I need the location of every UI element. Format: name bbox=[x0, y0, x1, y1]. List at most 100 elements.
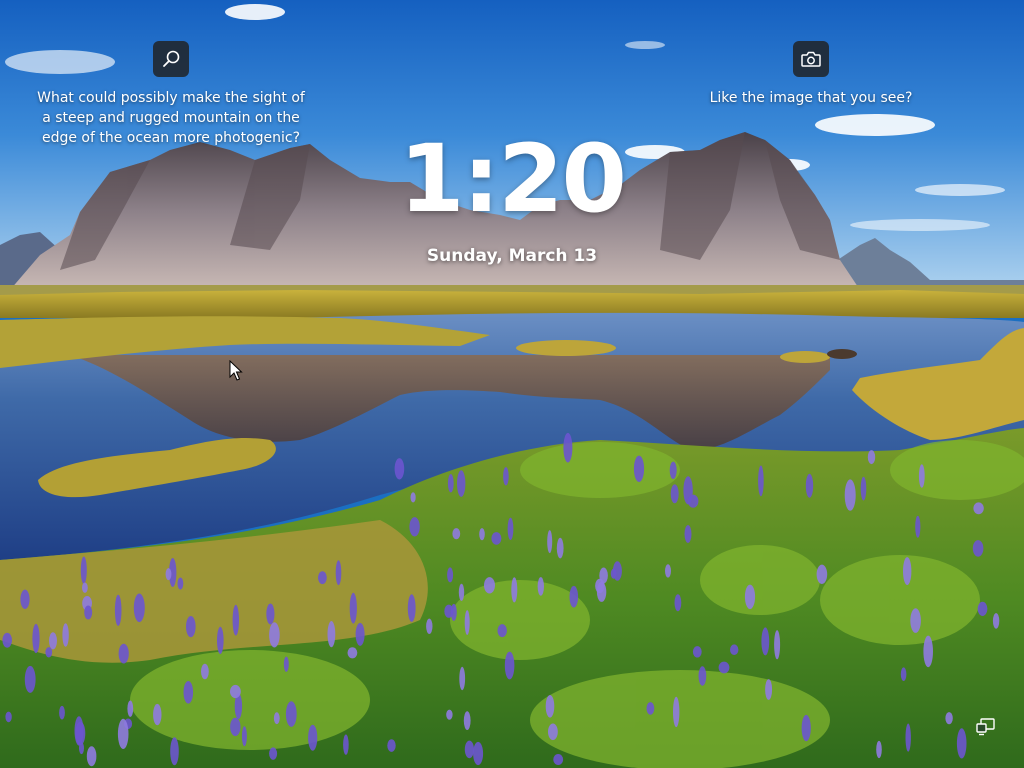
lock-screen-date: Sunday, March 13 bbox=[426, 246, 598, 266]
lupine-flower bbox=[62, 623, 69, 647]
lupine-flower bbox=[867, 450, 876, 465]
lock-screen[interactable]: What could possibly make the sight of a … bbox=[0, 0, 1024, 768]
lupine-flower bbox=[692, 646, 702, 658]
lupine-flower bbox=[24, 665, 36, 693]
lupine-flower bbox=[117, 718, 129, 750]
lupine-flower bbox=[45, 647, 53, 658]
lupine-flower bbox=[548, 723, 558, 741]
lupine-flower bbox=[355, 622, 365, 646]
lupine-flower bbox=[537, 577, 544, 596]
lupine-flower bbox=[232, 604, 239, 636]
lupine-flower bbox=[569, 585, 579, 608]
spotlight-search-button[interactable] bbox=[153, 41, 189, 77]
lupine-flower bbox=[491, 532, 502, 545]
lupine-flower bbox=[133, 593, 145, 623]
network-icon[interactable] bbox=[976, 718, 996, 736]
lupine-flower bbox=[407, 594, 416, 622]
lupine-flower bbox=[473, 741, 484, 766]
lupine-flower bbox=[452, 528, 461, 540]
lupine-flower bbox=[497, 624, 507, 638]
lupine-flower bbox=[511, 577, 518, 603]
lupine-flower bbox=[409, 517, 420, 537]
lupine-flower bbox=[186, 616, 196, 638]
lupine-flower bbox=[387, 739, 396, 752]
lupine-flower bbox=[84, 605, 93, 620]
lupine-flower bbox=[918, 464, 925, 488]
lupine-flower bbox=[698, 666, 707, 686]
lupine-flower bbox=[118, 643, 129, 664]
lupine-flower bbox=[308, 724, 318, 751]
lupine-flower bbox=[503, 467, 509, 486]
lupine-flower bbox=[507, 517, 514, 540]
lupine-flower bbox=[596, 581, 607, 602]
lupine-flower bbox=[610, 568, 617, 579]
lupine-flower bbox=[563, 432, 573, 463]
lupine-flower bbox=[446, 709, 453, 720]
lupine-flower bbox=[945, 712, 953, 725]
lupine-flower bbox=[816, 564, 828, 584]
lupine-flower bbox=[673, 696, 680, 728]
lupine-flower bbox=[758, 465, 764, 497]
lupine-flower bbox=[903, 557, 912, 586]
lupine-flower bbox=[49, 632, 57, 650]
lupine-flower bbox=[410, 492, 416, 503]
lupine-flower bbox=[447, 474, 454, 493]
lupine-flower bbox=[20, 589, 30, 609]
lupine-flower bbox=[285, 701, 297, 727]
lupine-flower bbox=[670, 484, 679, 504]
lupine-flower bbox=[674, 594, 682, 612]
lock-screen-clock: 1:20 bbox=[399, 125, 627, 234]
lupine-flower bbox=[484, 577, 495, 594]
lupine-flower bbox=[547, 530, 553, 554]
lupine-flower bbox=[915, 515, 921, 538]
lupine-flower bbox=[86, 746, 97, 767]
lupine-flower bbox=[273, 712, 280, 725]
spotlight-search-caption[interactable]: What could possibly make the sight of a … bbox=[36, 88, 306, 148]
lupine-flower bbox=[32, 623, 40, 654]
lupine-flower bbox=[718, 661, 730, 674]
lupine-flower bbox=[805, 473, 814, 498]
lupine-flower bbox=[459, 666, 466, 691]
lupine-flower bbox=[761, 627, 770, 656]
search-icon bbox=[163, 50, 180, 67]
mouse-pointer-icon bbox=[229, 360, 243, 381]
lupine-flower bbox=[688, 494, 699, 508]
lupine-flower bbox=[426, 618, 433, 634]
lupine-flower bbox=[972, 540, 984, 557]
lupine-flower bbox=[318, 571, 327, 585]
lupine-flower bbox=[910, 608, 921, 633]
lupine-flower bbox=[165, 568, 172, 581]
lupine-flower bbox=[347, 647, 358, 659]
lupine-flower bbox=[230, 684, 241, 699]
lupine-flower bbox=[553, 754, 564, 765]
lupine-flower bbox=[844, 479, 856, 511]
lupine-flower bbox=[801, 714, 811, 742]
lupine-flower bbox=[992, 613, 1000, 629]
lupine-flower bbox=[744, 584, 756, 609]
lupine-flower bbox=[269, 622, 280, 648]
lupine-flower bbox=[646, 702, 655, 715]
spotlight-camera-button[interactable] bbox=[793, 41, 829, 77]
lupine-flower bbox=[956, 728, 967, 759]
lupine-flower bbox=[241, 726, 247, 747]
lupine-flower bbox=[905, 723, 911, 752]
spotlight-camera-caption[interactable]: Like the image that you see? bbox=[700, 88, 922, 108]
lupine-flower bbox=[170, 737, 179, 766]
lupine-flower bbox=[545, 695, 555, 718]
lupine-flower bbox=[283, 656, 289, 672]
lupine-flower bbox=[774, 630, 781, 660]
lupine-flower bbox=[556, 537, 564, 559]
lupine-flower bbox=[349, 592, 357, 624]
lupine-flower bbox=[860, 476, 867, 501]
lupine-flower bbox=[394, 458, 405, 480]
lupine-flower bbox=[2, 632, 12, 648]
lupine-flower bbox=[457, 470, 466, 497]
lupine-flower bbox=[876, 740, 882, 759]
lupine-flower bbox=[80, 556, 87, 584]
lupine-flower bbox=[183, 681, 194, 704]
lupine-flower bbox=[458, 583, 465, 601]
lupine-flower bbox=[335, 560, 342, 586]
lupine-flower bbox=[177, 577, 184, 590]
lupine-flower bbox=[665, 564, 671, 578]
lupine-flower bbox=[59, 705, 65, 720]
